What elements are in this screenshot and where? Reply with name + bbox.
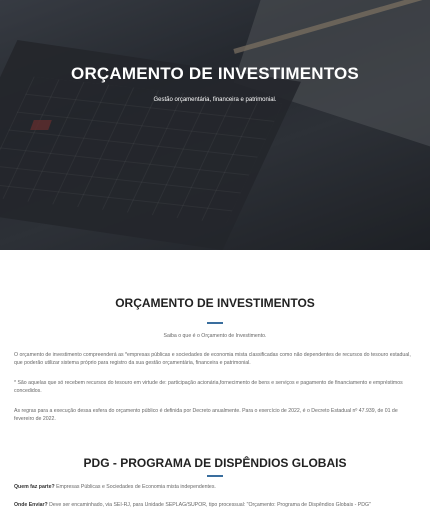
faq-who: Quem faz parte? Empresas Públicas e Soci… (14, 483, 414, 491)
paragraph-footnote: * São aquelas que só recebem recursos do… (14, 380, 403, 394)
paragraph-rules: As regras para a execução dessa esfera d… (14, 408, 398, 422)
hero-banner: ORÇAMENTO DE INVESTIMENTOS Gestão orçame… (0, 0, 430, 250)
faq-who-label: Quem faz parte? (14, 484, 55, 490)
faq-where: Onde Enviar? Deve ser encaminhado, via S… (14, 501, 424, 509)
section-divider (207, 322, 223, 324)
paragraph-definition: O orçamento de investimento compreenderá… (14, 352, 411, 366)
section-divider-pdg (207, 475, 223, 477)
section-title-pdg: PDG - PROGRAMA DE DISPÊNDIOS GLOBAIS (83, 456, 347, 470)
hero-subtitle: Gestão orçamentária, financeira e patrim… (153, 97, 277, 103)
faq-where-text: Deve ser encaminhado, via SEI-RJ, para U… (47, 502, 371, 508)
section-intro: Saiba o que é o Orçamento de Investiment… (163, 333, 267, 339)
faq-where-label: Onde Enviar? (14, 502, 48, 508)
section-title-investimentos: ORÇAMENTO DE INVESTIMENTOS (115, 296, 315, 310)
faq-who-text: Empresas Públicas e Sociedades de Econom… (54, 484, 216, 490)
hero-title: ORÇAMENTO DE INVESTIMENTOS (71, 64, 359, 83)
hero-overlay (0, 0, 430, 250)
